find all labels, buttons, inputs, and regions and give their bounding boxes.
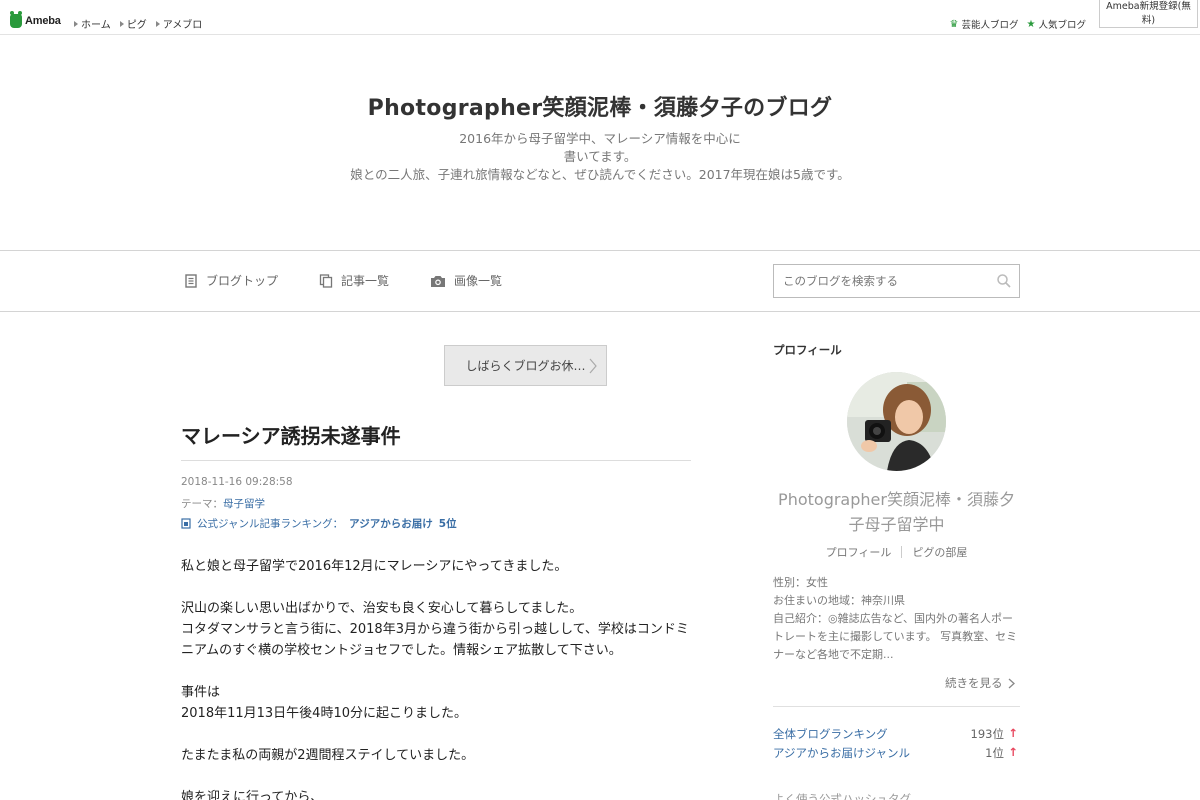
- blog-description-line: 娘との二人旅、子連れ旅情報などなと、ぜひ読んでください。2017年現在娘は5歳で…: [350, 167, 850, 182]
- blog-description-line: 2016年から母子留学中、マレーシア情報を中心に: [459, 131, 741, 146]
- article-title[interactable]: マレーシア誘拐未遂事件: [181, 420, 401, 449]
- celebrity-blog-link[interactable]: ♛ 芸能人ブログ: [949, 17, 1019, 32]
- nav-home-label: ホーム: [81, 20, 111, 31]
- celebrity-blog-label: 芸能人ブログ: [961, 20, 1019, 31]
- article-theme: テーマ：母子留学: [181, 496, 265, 511]
- nav-blog-top[interactable]: ブログトップ: [184, 272, 278, 289]
- ranking-value: 193位: [970, 727, 1004, 741]
- ranking-value: 1位: [985, 746, 1004, 760]
- avatar-image: [847, 372, 946, 471]
- sidebar-divider: [773, 706, 1020, 707]
- blog-description: 2016年から母子留学中、マレーシア情報を中心に 書いてます。 娘との二人旅、子…: [300, 130, 900, 184]
- article-paragraph: 2018年11月13日午後4時10分に起こりました。: [181, 706, 467, 721]
- document-icon: [185, 273, 197, 288]
- nav-blog-top-label: ブログトップ: [206, 274, 279, 288]
- profile-links: プロフィール ピグの部屋: [773, 544, 1020, 560]
- article-paragraph: 私と娘と母子留学で2016年12月にマレーシアにやってきました。: [181, 559, 568, 574]
- ameba-logo-icon: [10, 11, 22, 28]
- nav-image-list[interactable]: 画像一覧: [430, 272, 502, 289]
- blog-description-line: 書いてます。: [563, 149, 637, 164]
- profile-info: 性別：女性 お住まいの地域：神奈川県 自己紹介：◎雑誌広告など、国内外の著名人ポ…: [773, 574, 1023, 664]
- nav-home[interactable]: ホーム: [74, 16, 111, 31]
- ranking-genre: アジアからお届け: [349, 518, 433, 530]
- logo-text: Ameba: [25, 15, 61, 27]
- avatar[interactable]: [847, 372, 946, 471]
- chevron-right-icon: [1008, 678, 1015, 688]
- article-paragraph: 娘を迎えに行ってから、: [181, 790, 324, 800]
- blog-title[interactable]: Photographer笑顔泥棒・須藤夕子のブログ: [0, 90, 1200, 122]
- popular-blog-link[interactable]: ★ 人気ブログ: [1026, 17, 1086, 32]
- ranking-rank: 5位: [438, 518, 457, 530]
- nav-pigg-label: ピグ: [126, 20, 147, 31]
- star-icon: ★: [1026, 18, 1036, 30]
- search-icon[interactable]: [996, 273, 1012, 289]
- nav-ameblo[interactable]: アメブロ: [155, 16, 203, 31]
- article-body: 私と娘と母子留学で2016年12月にマレーシアにやってきました。 沢山の楽しい思…: [181, 556, 701, 800]
- arrow-up-icon: ↑: [1008, 726, 1018, 740]
- ranking-label[interactable]: アジアからお届けジャンル: [773, 745, 910, 761]
- arrow-up-icon: ↑: [1008, 745, 1018, 759]
- blog-nav-bar: ブログトップ 記事一覧 画像一覧: [0, 250, 1200, 312]
- article-paragraph: 事件は: [181, 685, 221, 700]
- article-ranking[interactable]: 公式ジャンル記事ランキング： アジアからお届け 5位: [181, 516, 457, 531]
- ameba-logo[interactable]: Ameba: [10, 11, 61, 28]
- profile-location: お住まいの地域：神奈川県: [773, 594, 905, 607]
- link-separator: [901, 546, 903, 558]
- article-paragraph: 沢山の楽しい思い出ばかりで、治安も良く安心して暮らしてました。: [181, 601, 583, 616]
- blog-search-box[interactable]: [773, 264, 1020, 298]
- register-button[interactable]: Ameba新規登録(無料): [1099, 0, 1198, 28]
- nav-pigg[interactable]: ピグ: [119, 16, 147, 31]
- triangle-icon: [74, 20, 78, 27]
- article-paragraph: たまたま私の両親が2週間程ステイしていました。: [181, 748, 475, 763]
- top-bar: Ameba ホーム ピグ アメブロ ♛ 芸能人ブログ ★ 人気ブログ Ameba新規…: [0, 0, 1200, 35]
- chevron-right-icon: [589, 358, 597, 374]
- nav-image-list-label: 画像一覧: [454, 274, 503, 288]
- profile-gender: 性別：女性: [773, 576, 828, 589]
- top-links: ♛ 芸能人ブログ ★ 人気ブログ: [949, 17, 1086, 32]
- triangle-icon: [155, 20, 160, 27]
- notice-label: しばらくブログお休…: [465, 359, 586, 373]
- profile-heading: プロフィール: [773, 343, 842, 357]
- nav-ameblo-label: アメブロ: [162, 20, 203, 31]
- profile-link[interactable]: プロフィール: [826, 544, 892, 560]
- title-divider: [181, 460, 691, 461]
- copy-icon: [319, 273, 333, 288]
- article-date: 2018-11-16 09:28:58: [181, 476, 293, 488]
- nav-article-list-label: 記事一覧: [341, 274, 390, 288]
- ranking-label[interactable]: 全体ブログランキング: [773, 726, 888, 742]
- theme-link[interactable]: 母子留学: [223, 498, 265, 510]
- blog-search-input[interactable]: [783, 274, 983, 288]
- profile-intro: 自己紹介：◎雑誌広告など、国内外の著名人ポートレートを主に撮影しています。 写真…: [773, 612, 1018, 661]
- ranking-icon: [181, 518, 191, 529]
- ranking-prefix: 公式ジャンル記事ランキング：: [197, 518, 344, 530]
- pigg-room-link[interactable]: ピグの部屋: [912, 544, 967, 560]
- read-more-label: 続きを見る: [945, 676, 1003, 690]
- triangle-icon: [119, 20, 124, 27]
- nav-article-list[interactable]: 記事一覧: [319, 272, 389, 289]
- hashtag-heading: よく使う公式ハッシュタグ: [773, 792, 911, 800]
- article-paragraph: コタダマンサラと言う街に、2018年3月から違う街から引っ越しして、学校はコンド…: [181, 622, 689, 658]
- theme-prefix: テーマ：: [181, 498, 223, 510]
- profile-name[interactable]: Photographer笑顔泥棒・須藤夕子母子留学中: [773, 487, 1020, 537]
- read-more-link[interactable]: 続きを見る: [945, 675, 1015, 691]
- crown-icon: ♛: [949, 18, 959, 30]
- blog-notice-button[interactable]: しばらくブログお休…: [444, 345, 607, 386]
- popular-blog-label: 人気ブログ: [1038, 20, 1086, 31]
- camera-icon: [431, 275, 445, 287]
- global-nav: ホーム ピグ アメブロ: [74, 16, 202, 31]
